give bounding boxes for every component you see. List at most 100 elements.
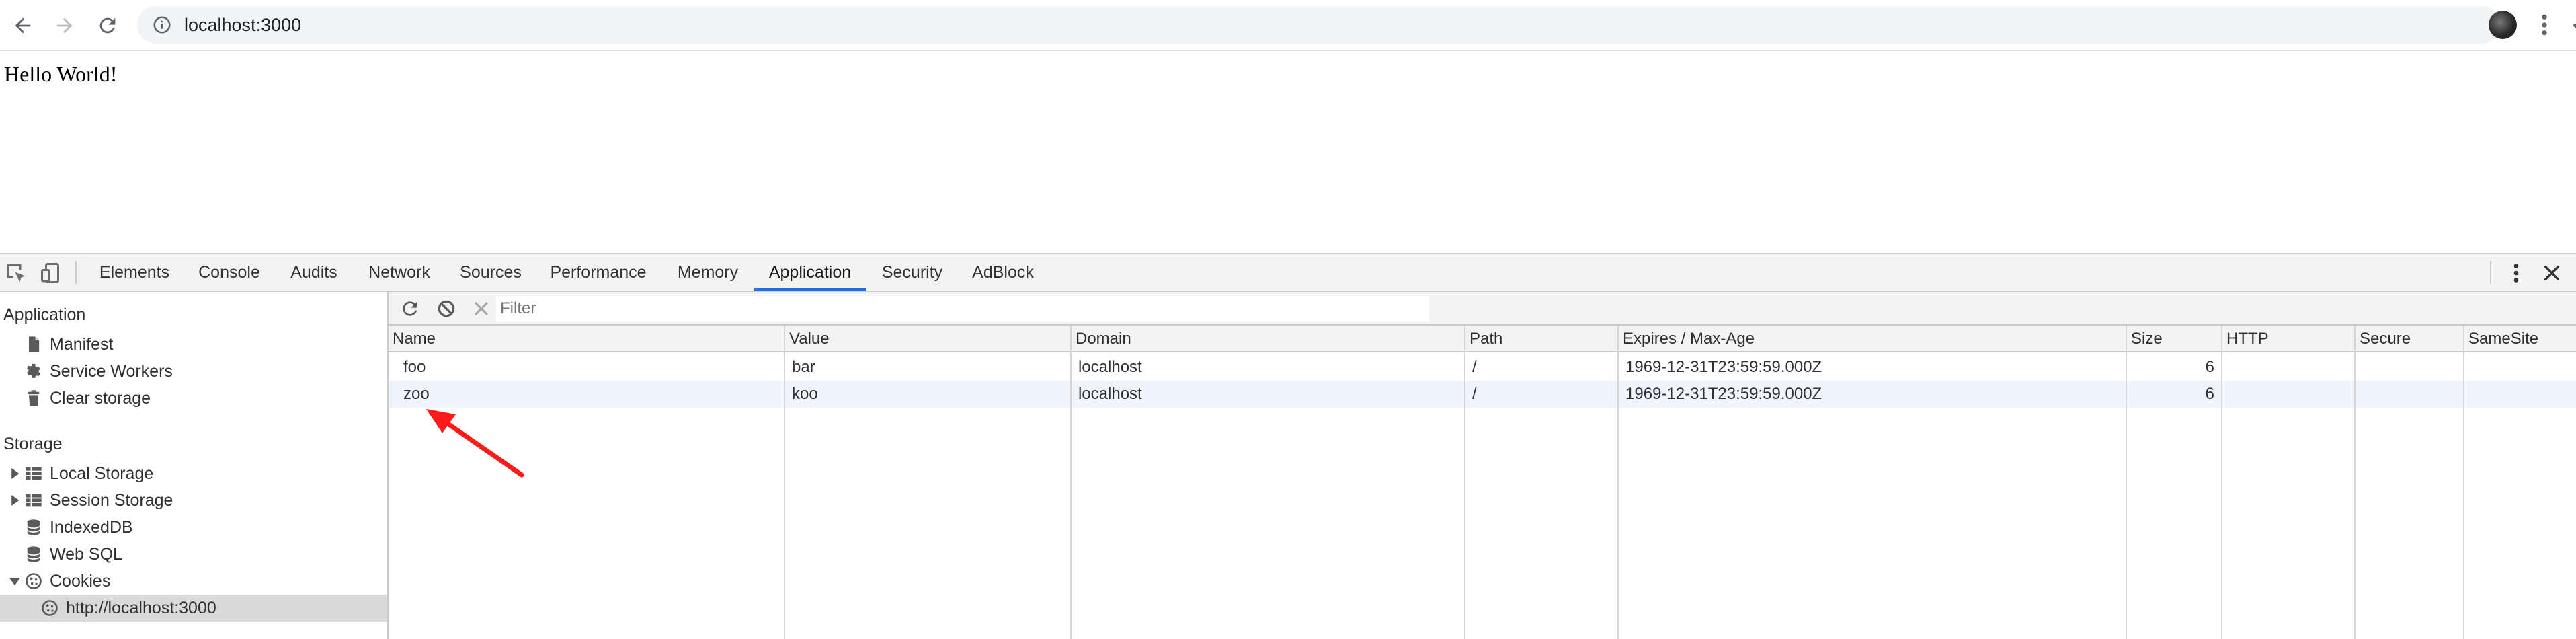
cell-value[interactable]: bar	[787, 354, 815, 381]
sidebar-item-manifest[interactable]: Manifest	[0, 331, 387, 358]
cell-size[interactable]: 6	[2127, 381, 2221, 408]
cell-path[interactable]: /	[1467, 354, 1477, 381]
toolbar-divider	[75, 261, 77, 284]
database-icon	[26, 519, 41, 535]
reload-icon	[99, 17, 116, 34]
page-viewport: Hello World!	[0, 51, 2576, 253]
address-bar[interactable]: localhost:3000	[137, 6, 2576, 44]
sidebar-item-indexeddb[interactable]: IndexedDB	[0, 514, 387, 541]
cell-samesite[interactable]	[2466, 381, 2471, 408]
sidebar-item-web-sql[interactable]: Web SQL	[0, 541, 387, 568]
sidebar-item-clear-storage[interactable]: Clear storage	[0, 385, 387, 412]
cookies-toolbar	[389, 292, 2576, 326]
cell-http[interactable]	[2224, 354, 2229, 381]
sidebar-item-label: Manifest	[50, 335, 114, 354]
column-divider[interactable]	[1070, 326, 1072, 639]
devtools-tabbar: Elements Console Audits Network Sources …	[0, 254, 2576, 292]
sidebar-item-session-storage[interactable]: Session Storage	[0, 487, 387, 514]
cell-expires[interactable]: 1969-12-31T23:59:59.000Z	[1620, 354, 1822, 381]
column-header-path[interactable]: Path	[1465, 326, 1502, 352]
tab-performance[interactable]: Performance	[542, 254, 655, 291]
cookies-table: Name Value Domain Path Expires / Max-Age…	[389, 326, 2576, 639]
database-icon	[26, 546, 41, 562]
cell-expires[interactable]: 1969-12-31T23:59:59.000Z	[1620, 381, 1822, 408]
url-text[interactable]: localhost:3000	[184, 14, 301, 36]
sidebar-item-cookies[interactable]: Cookies	[0, 568, 387, 595]
tab-application[interactable]: Application	[754, 254, 866, 291]
cell-secure[interactable]	[2357, 354, 2362, 381]
column-header-name[interactable]: Name	[389, 326, 436, 352]
tab-security[interactable]: Security	[874, 254, 951, 291]
table-header: Name Value Domain Path Expires / Max-Age…	[389, 326, 2576, 352]
application-sidebar: Application Manifest Service Workers Cle…	[0, 292, 389, 639]
device-toolbar-icon[interactable]	[39, 261, 63, 285]
annotation-arrow-icon	[426, 409, 524, 478]
cell-domain[interactable]: localhost	[1073, 381, 1142, 408]
sidebar-item-label: IndexedDB	[50, 518, 133, 537]
cell-name[interactable]: foo	[398, 354, 426, 381]
refresh-icon[interactable]	[399, 298, 421, 320]
arrow-left-icon	[15, 17, 31, 34]
profile-avatar[interactable]	[2489, 11, 2517, 39]
tab-console[interactable]: Console	[190, 254, 269, 291]
filter-input[interactable]	[496, 296, 1429, 322]
cell-samesite[interactable]	[2466, 354, 2471, 381]
tab-sources[interactable]: Sources	[452, 254, 530, 291]
cell-value[interactable]: koo	[787, 381, 818, 408]
column-divider[interactable]	[2463, 326, 2464, 639]
column-divider[interactable]	[2221, 326, 2222, 639]
section-heading-storage: Storage	[3, 435, 63, 453]
forward-button[interactable]	[48, 9, 81, 42]
kebab-menu-icon[interactable]	[2534, 11, 2554, 38]
cookie-icon	[26, 573, 42, 589]
column-header-http[interactable]: HTTP	[2222, 326, 2269, 352]
close-icon[interactable]	[2541, 262, 2563, 284]
cell-size[interactable]: 6	[2127, 354, 2221, 381]
column-header-samesite[interactable]: SameSite	[2464, 326, 2538, 352]
collapse-triangle-icon[interactable]	[9, 576, 20, 587]
devtools-panel: Elements Console Audits Network Sources …	[0, 253, 2576, 639]
sidebar-item-service-workers[interactable]: Service Workers	[0, 358, 387, 385]
clear-all-icon[interactable]	[436, 298, 457, 320]
column-divider[interactable]	[2354, 326, 2356, 639]
column-divider[interactable]	[784, 326, 785, 639]
table-row[interactable]: zoo koo localhost / 1969-12-31T23:59:59.…	[389, 381, 2576, 408]
table-row[interactable]: foo bar localhost / 1969-12-31T23:59:59.…	[389, 354, 2576, 381]
tab-elements[interactable]: Elements	[91, 254, 177, 291]
star-icon[interactable]	[2572, 15, 2576, 41]
table-icon	[26, 494, 42, 507]
info-icon[interactable]	[152, 15, 172, 35]
document-icon	[29, 336, 40, 352]
tab-network[interactable]: Network	[359, 254, 440, 291]
expand-triangle-icon[interactable]	[9, 495, 20, 506]
cell-path[interactable]: /	[1467, 381, 1477, 408]
delete-selected-icon[interactable]	[471, 298, 492, 320]
column-header-value[interactable]: Value	[785, 326, 830, 352]
column-header-size[interactable]: Size	[2127, 326, 2163, 352]
sidebar-item-label: Cookies	[50, 572, 111, 591]
column-header-domain[interactable]: Domain	[1072, 326, 1131, 352]
column-divider[interactable]	[1464, 326, 1465, 639]
cell-domain[interactable]: localhost	[1073, 354, 1142, 381]
tab-memory[interactable]: Memory	[668, 254, 748, 291]
column-header-expires[interactable]: Expires / Max-Age	[1619, 326, 1755, 352]
section-heading-application: Application	[3, 305, 86, 324]
column-divider[interactable]	[1617, 326, 1619, 639]
sidebar-item-cookie-origin[interactable]: http://localhost:3000	[0, 595, 387, 622]
cell-secure[interactable]	[2357, 381, 2362, 408]
sidebar-item-local-storage[interactable]: Local Storage	[0, 460, 387, 487]
cell-http[interactable]	[2224, 381, 2229, 408]
expand-triangle-icon[interactable]	[9, 468, 20, 479]
cookie-icon	[42, 600, 58, 616]
column-header-secure[interactable]: Secure	[2356, 326, 2411, 352]
tab-audits[interactable]: Audits	[282, 254, 346, 291]
devtools-menu-icon[interactable]	[2506, 261, 2526, 285]
column-divider[interactable]	[2126, 326, 2127, 639]
reload-button[interactable]	[91, 9, 124, 42]
tab-adblock[interactable]: AdBlock	[963, 254, 1043, 291]
sidebar-item-label: Service Workers	[50, 362, 173, 381]
back-button[interactable]	[7, 9, 39, 42]
inspect-element-icon[interactable]	[4, 261, 28, 285]
sidebar-item-label: Local Storage	[50, 464, 154, 483]
arrow-right-icon	[56, 17, 73, 34]
